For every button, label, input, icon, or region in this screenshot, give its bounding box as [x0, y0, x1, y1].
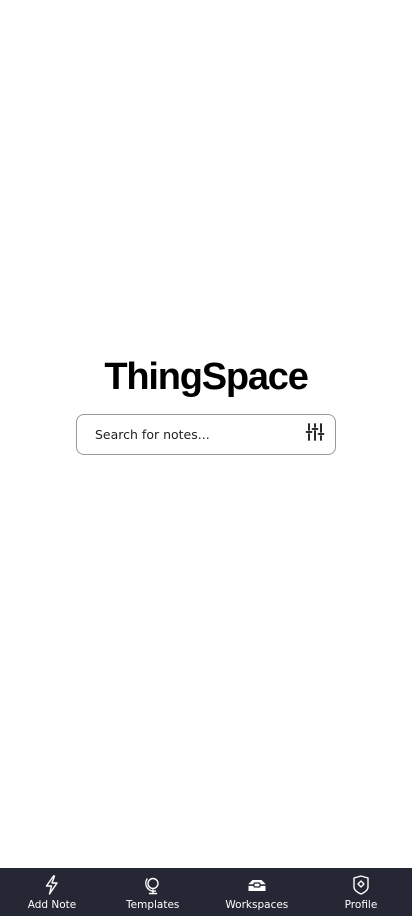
shield-badge-icon [351, 875, 371, 895]
nav-templates[interactable]: Templates [125, 868, 181, 916]
bottom-navigation: Add Note Templates Workspaces Profile [0, 868, 412, 916]
sliders-icon [305, 422, 325, 447]
search-section: ThingSpace [0, 352, 412, 455]
globe-stand-icon [143, 875, 163, 895]
home-screen: ThingSpace Search for notes... Add Note … [0, 0, 412, 916]
nav-label: Templates [126, 899, 180, 911]
nav-label: Profile [344, 899, 378, 911]
filter-button[interactable] [304, 422, 326, 447]
nav-label: Add Note [27, 899, 77, 911]
nav-workspaces[interactable]: Workspaces [225, 868, 288, 916]
nav-label: Workspaces [225, 899, 289, 911]
nav-add-note[interactable]: Add Note [24, 868, 80, 916]
lightning-bolt-icon [42, 875, 62, 895]
search-input[interactable] [95, 427, 304, 442]
app-title: ThingSpace [104, 356, 309, 398]
toolbox-icon [247, 875, 267, 895]
nav-profile[interactable]: Profile [333, 868, 389, 916]
search-bar[interactable] [76, 414, 336, 455]
